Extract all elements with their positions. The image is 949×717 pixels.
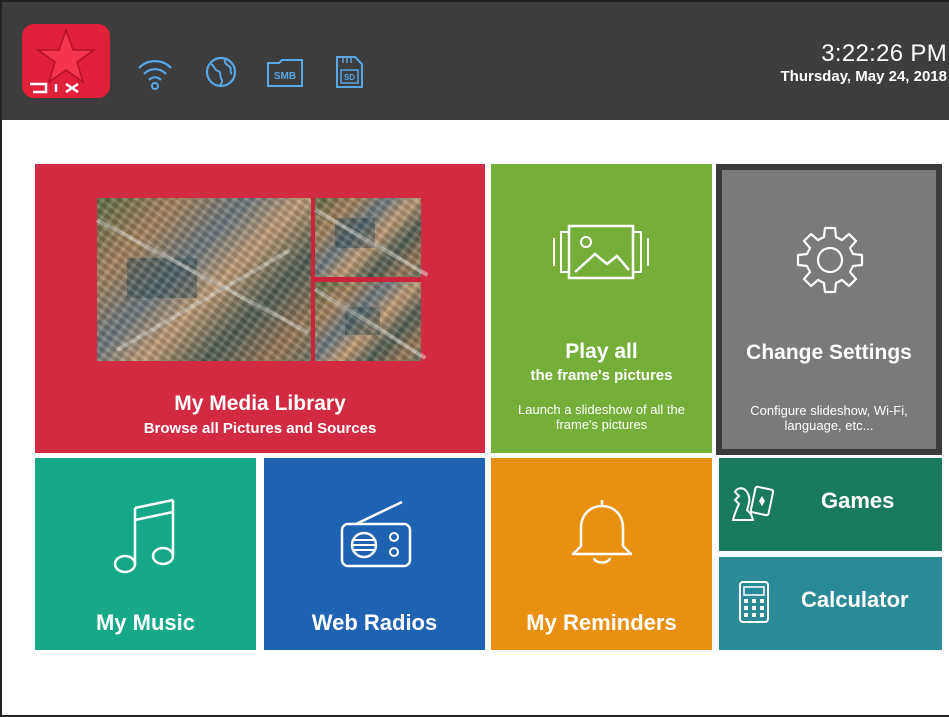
smb-label: SMB [274,71,296,82]
smb-share-icon: SMB [267,59,303,87]
calculator-icon [739,581,769,623]
web-radios-label: Web Radios [311,610,438,635]
wifi-icon [138,60,172,90]
gear-icon [796,226,864,294]
my-music-label: My Music [95,610,196,635]
clock-date: Thursday, May 24, 2018 [780,68,947,85]
tile-change-settings[interactable]: Change Settings Configure slideshow, Wi-… [716,164,942,455]
media-library-title: My Media Library [174,392,346,415]
slideshow-icon [553,224,649,280]
tile-my-reminders[interactable]: My Reminders [491,458,712,650]
clock-time: 3:22:26 PM [821,40,947,67]
top-status-bar: SMB SD 3:22:26 PM Thursday, May 24, 2018 [2,2,949,120]
media-collage-image [96,198,429,361]
sd-label: SD [344,73,355,82]
tile-games[interactable]: Games [719,458,942,551]
radio-icon [340,500,412,568]
star-icon [30,27,97,94]
bell-icon [571,500,633,564]
cards-icon [731,485,775,521]
clock: 3:22:26 PM Thursday, May 24, 2018 [781,40,947,86]
play-all-description: Launch a slideshow of all the frame's pi… [518,402,685,432]
sd-card-icon: SD [336,56,363,88]
play-all-subtitle: the frame's pictures [530,367,673,384]
calculator-label: Calculator [801,587,909,612]
tile-web-radios[interactable]: Web Radios [264,458,485,650]
change-settings-description: Configure slideshow, Wi-Fi, language, et… [750,403,908,433]
my-reminders-label: My Reminders [526,610,677,635]
globe-icon [205,56,237,88]
change-settings-title: Change Settings [746,341,912,364]
tile-my-music[interactable]: My Music [35,458,256,650]
tile-calculator[interactable]: Calculator [719,557,942,650]
app-frame: SMB SD 3:22:26 PM Thursday, May 24, 2018 [0,0,949,717]
pix-logo[interactable] [22,24,110,98]
tile-media-library[interactable]: My Media Library Browse all Pictures and… [35,164,485,453]
games-label: Games [821,488,895,513]
play-all-title: Play all [565,340,638,363]
media-library-subtitle: Browse all Pictures and Sources [143,420,377,437]
tile-play-all[interactable]: Play all the frame's pictures Launch a s… [491,164,712,453]
music-note-icon [113,498,175,574]
